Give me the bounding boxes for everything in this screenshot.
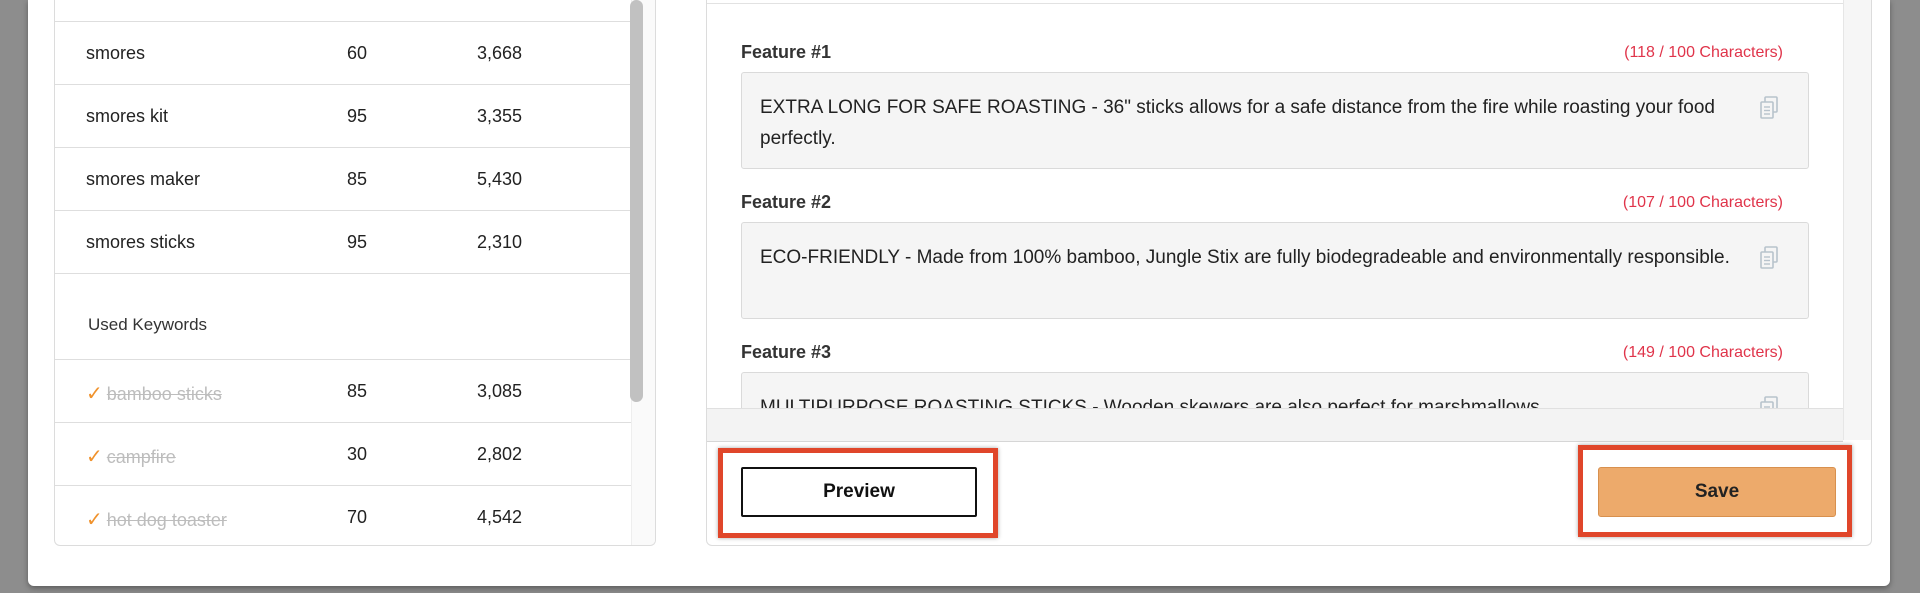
keywords-panel: smores 60 3,668 smores kit 95 3,355 smor…	[54, 0, 656, 546]
preview-highlight-box	[718, 448, 998, 538]
keyword-row[interactable]: smores kit 95 3,355	[55, 85, 633, 148]
keyword-score: 95	[347, 106, 368, 126]
feature-2-label: Feature #2	[741, 192, 832, 212]
save-highlight-box	[1578, 445, 1852, 537]
keyword-volume: 3,668	[477, 43, 523, 63]
keyword-name: smores kit	[86, 106, 169, 126]
page-backdrop-left	[0, 0, 30, 593]
keyword-name: smores sticks	[86, 232, 196, 252]
check-icon: ✓	[86, 383, 103, 405]
feature-2-char-count: (107 / 100 Characters)	[1622, 194, 1783, 211]
used-keyword-name: ✓ bamboo sticks	[86, 383, 222, 405]
keyword-volume: 2,802	[477, 444, 523, 464]
keyword-score: 30	[347, 444, 368, 464]
keyword-score: 85	[347, 169, 368, 189]
used-keywords-section: Used Keywords	[55, 274, 633, 360]
used-keyword-name: ✓ campfire	[86, 446, 176, 468]
keyword-volume: 3,085	[477, 381, 523, 401]
page-backdrop-right	[1890, 0, 1920, 593]
keyword-row[interactable]: smores 60 3,668	[55, 22, 633, 85]
keyword-name: smores maker	[86, 169, 201, 189]
used-keywords-heading: Used Keywords	[88, 315, 208, 334]
feature-3-char-count: (149 / 100 Characters)	[1622, 344, 1783, 361]
feature-3-label: Feature #3	[741, 342, 832, 362]
divider	[707, 3, 1843, 4]
keyword-volume: 4,542	[477, 507, 523, 527]
feature-1-textarea[interactable]: EXTRA LONG FOR SAFE ROASTING - 36" stick…	[741, 72, 1809, 169]
horizontal-scrollbar[interactable]	[707, 408, 1843, 442]
used-keyword-name: ✓ hot dog toaster	[86, 509, 227, 531]
copy-icon[interactable]	[1758, 95, 1780, 121]
keyword-score: 70	[347, 507, 368, 527]
feature-2-text: ECO-FRIENDLY - Made from 100% bamboo, Ju…	[760, 247, 1730, 268]
feature-1-text: EXTRA LONG FOR SAFE ROASTING - 36" stick…	[760, 97, 1715, 149]
keyword-volume: 2,310	[477, 232, 523, 252]
feature-1-label: Feature #1	[741, 42, 832, 62]
features-scroll-area[interactable]: Feature #1 (118 / 100 Characters) EXTRA …	[707, 0, 1843, 408]
check-icon: ✓	[86, 509, 103, 531]
keyword-score: 60	[347, 43, 368, 63]
keyword-name: smores	[86, 43, 146, 63]
copy-icon[interactable]	[1758, 395, 1780, 408]
features-scrollbar-track[interactable]	[1843, 0, 1871, 440]
copy-icon[interactable]	[1758, 245, 1780, 271]
keyword-score: 85	[347, 381, 368, 401]
used-keyword-row[interactable]: ✓ campfire 30 2,802	[55, 423, 633, 486]
keywords-scrollbar-thumb[interactable]	[630, 0, 643, 402]
used-keyword-row[interactable]: ✓ hot dog toaster 70 4,542	[55, 486, 633, 545]
keyword-row-partial	[55, 0, 633, 22]
keyword-volume: 5,430	[477, 169, 523, 189]
keyword-row[interactable]: smores sticks 95 2,310	[55, 211, 633, 274]
check-icon: ✓	[86, 446, 103, 468]
keyword-row[interactable]: smores maker 85 5,430	[55, 148, 633, 211]
feature-3-text: MULTIPURPOSE ROASTING STICKS - Wooden sk…	[760, 397, 1545, 408]
used-keyword-row[interactable]: ✓ bamboo sticks 85 3,085	[55, 360, 633, 423]
keyword-score: 95	[347, 232, 368, 252]
feature-2-textarea[interactable]: ECO-FRIENDLY - Made from 100% bamboo, Ju…	[741, 222, 1809, 319]
feature-1-char-count: (118 / 100 Characters)	[1624, 44, 1783, 61]
keyword-volume: 3,355	[477, 106, 523, 126]
feature-3-textarea[interactable]: MULTIPURPOSE ROASTING STICKS - Wooden sk…	[741, 372, 1809, 408]
